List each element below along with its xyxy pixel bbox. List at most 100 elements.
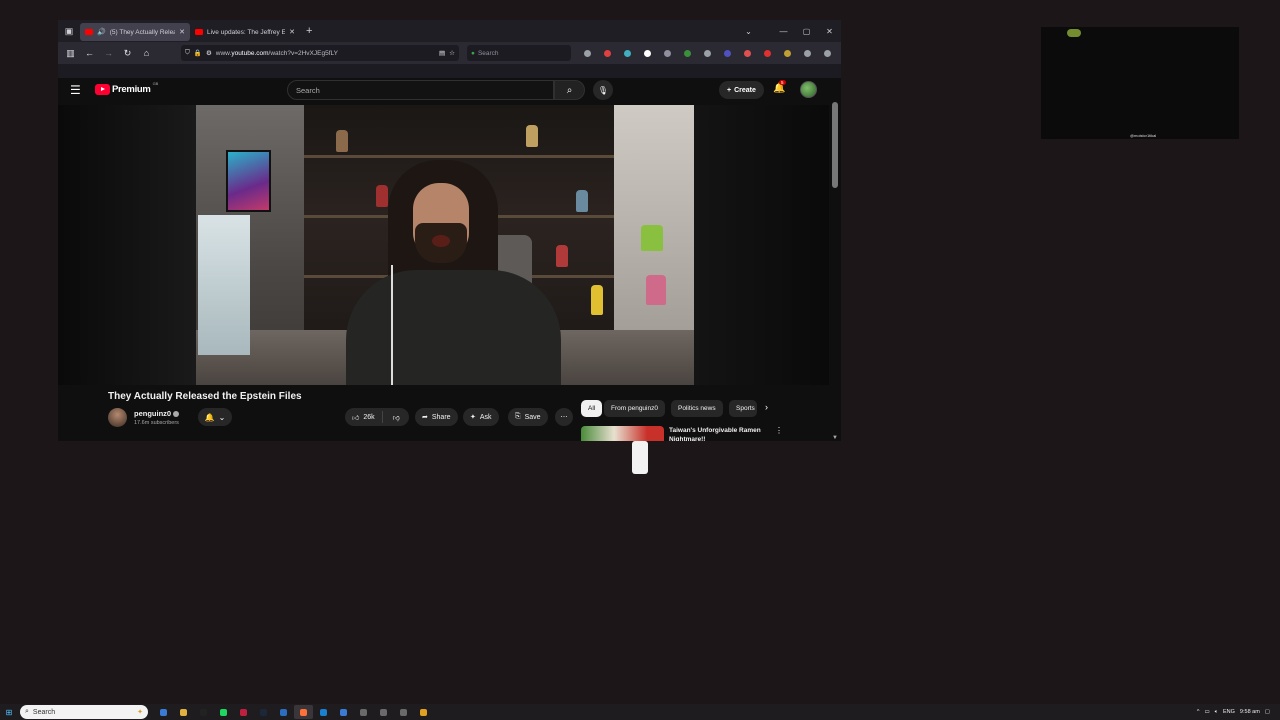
extension-icon[interactable]	[678, 44, 697, 62]
mouse-cursor	[632, 441, 648, 474]
shield-icon[interactable]: ⛉	[185, 49, 190, 57]
tab-list-icon[interactable]: ▣	[58, 20, 80, 42]
forward-button[interactable]: →	[100, 44, 117, 62]
extension-icon[interactable]	[738, 44, 757, 62]
chip-sports[interactable]: Sports	[729, 400, 757, 417]
taskbar-app-icon[interactable]	[334, 705, 353, 719]
minimize-button[interactable]: —	[772, 27, 795, 36]
like-button[interactable]: 👍︎ 26k	[345, 411, 383, 423]
extension-icon[interactable]	[718, 44, 737, 62]
search-button[interactable]: ⌕	[554, 80, 585, 100]
share-button[interactable]: ➦ Share	[415, 408, 458, 426]
taskbar-app-icon[interactable]	[394, 705, 413, 719]
close-window-button[interactable]: ✕	[818, 27, 841, 36]
taskbar-app-icon[interactable]	[254, 705, 273, 719]
taskbar-app-icon[interactable]	[414, 705, 433, 719]
video-scene	[198, 215, 250, 355]
lock-icon[interactable]: 🔒	[194, 49, 202, 57]
notification-center-icon[interactable]: ▢	[1265, 709, 1270, 715]
scroll-down-icon[interactable]: ▼	[832, 435, 838, 441]
video-scene	[376, 185, 388, 207]
create-button[interactable]: + Create	[719, 81, 764, 99]
tab-title: (5) They Actually Released	[109, 28, 175, 36]
chevron-right-icon[interactable]: ›	[765, 402, 768, 412]
youtube-premium-logo[interactable]: Premium GB	[95, 81, 158, 95]
video-frame[interactable]	[196, 105, 694, 385]
taskbar-app-icon[interactable]	[374, 705, 393, 719]
extension-icon[interactable]	[798, 44, 817, 62]
extension-icon[interactable]	[618, 44, 637, 62]
taskbar-app-icon[interactable]	[314, 705, 333, 719]
maximize-button[interactable]: ▢	[795, 27, 818, 36]
recommended-video-thumbnail[interactable]	[581, 426, 664, 441]
hamburger-menu-icon[interactable]: ☰	[70, 83, 81, 97]
taskbar-app-icon[interactable]	[294, 705, 313, 719]
more-vert-icon[interactable]: ⋮	[775, 426, 783, 435]
extension-icon[interactable]	[638, 44, 657, 62]
ask-button[interactable]: ✦ Ask	[463, 408, 499, 426]
extension-icon[interactable]	[578, 44, 597, 62]
channel-name[interactable]: penguinz0	[134, 409, 180, 418]
browser-search-field[interactable]: ● Search	[467, 45, 571, 61]
back-button[interactable]: ←	[81, 44, 98, 62]
video-scene	[432, 235, 450, 247]
extension-icon[interactable]	[698, 44, 717, 62]
taskbar-app-icon[interactable]	[154, 705, 173, 719]
video-scene	[576, 190, 588, 212]
search-input[interactable]: Search	[287, 80, 554, 100]
taskbar-apps	[154, 705, 433, 719]
url-bar[interactable]: ⛉ 🔒 ⚙ www.youtube.com/watch?v=2HvXJEg5fL…	[181, 45, 459, 61]
search-engine-icon[interactable]: ●	[471, 50, 475, 57]
extension-icon[interactable]	[758, 44, 777, 62]
taskbar-search[interactable]: ⌕ Search ✦	[20, 705, 148, 719]
permissions-icon[interactable]: ⚙	[206, 49, 212, 57]
chip-all[interactable]: All	[581, 400, 603, 417]
extension-icon[interactable]	[598, 44, 617, 62]
video-player[interactable]	[58, 105, 829, 385]
recommended-video-title[interactable]: Taiwan's Unforgivable Ramen Nightmare!!	[669, 426, 769, 441]
extension-icon[interactable]	[658, 44, 677, 62]
volume-icon[interactable]: 🔈︎	[1215, 709, 1218, 716]
voice-search-button[interactable]: 🎙	[593, 80, 613, 100]
more-actions-button[interactable]: ⋯	[555, 408, 573, 426]
url-text[interactable]: www.youtube.com/watch?v=2HvXJEg5fLY	[216, 50, 435, 57]
extension-icon[interactable]	[818, 44, 837, 62]
clock[interactable]: 9:58 am	[1240, 709, 1260, 715]
channel-avatar[interactable]	[108, 408, 127, 427]
bell-icon: 🔔	[204, 412, 215, 422]
bookmark-star-icon[interactable]: ☆	[449, 49, 455, 57]
scrollbar-thumb[interactable]	[832, 102, 838, 188]
tab-live-updates[interactable]: Live updates: The Jeffrey Epstein ✕	[190, 23, 300, 41]
taskbar-app-icon[interactable]	[274, 705, 293, 719]
network-icon[interactable]: ▭	[1204, 709, 1209, 715]
language-indicator[interactable]: ENG	[1223, 709, 1235, 715]
taskbar-app-icon[interactable]	[174, 705, 193, 719]
chevron-up-icon[interactable]: ^	[1197, 709, 1200, 715]
close-tab-icon[interactable]: ✕	[289, 28, 295, 36]
windows-start-icon[interactable]: ⊞	[0, 704, 18, 720]
close-tab-icon[interactable]: ✕	[179, 28, 185, 36]
taskbar-app-icon[interactable]	[194, 705, 213, 719]
tab-youtube-video[interactable]: 🔊 (5) They Actually Released ✕	[80, 23, 190, 41]
account-avatar[interactable]	[800, 81, 817, 98]
youtube-icon	[85, 29, 93, 35]
taskbar-app-icon[interactable]	[214, 705, 233, 719]
reload-button[interactable]: ↻	[119, 44, 136, 62]
chip-from-channel[interactable]: From penguinz0	[604, 400, 665, 417]
reader-view-icon[interactable]: ▤	[439, 49, 445, 57]
tab-overflow-icon[interactable]: ⌄	[737, 27, 760, 36]
new-tab-button[interactable]: +	[300, 25, 318, 37]
home-button[interactable]: ⌂	[138, 44, 155, 62]
sidebar-icon[interactable]: ▥	[62, 44, 79, 62]
chip-politics-news[interactable]: Politics news	[671, 400, 723, 417]
extension-icon[interactable]	[778, 44, 797, 62]
notifications-button[interactable]: 🔔 5	[773, 80, 786, 94]
video-scene	[556, 245, 568, 267]
speaker-icon[interactable]: 🔊	[97, 28, 106, 36]
save-button[interactable]: ⎘ Save	[508, 408, 548, 426]
dislike-button[interactable]: 👎︎	[387, 413, 406, 422]
taskbar-app-icon[interactable]	[354, 705, 373, 719]
page-scrollbar[interactable]: ▼	[830, 102, 841, 441]
subscribed-button[interactable]: 🔔 ⌄	[198, 408, 232, 426]
taskbar-app-icon[interactable]	[234, 705, 253, 719]
